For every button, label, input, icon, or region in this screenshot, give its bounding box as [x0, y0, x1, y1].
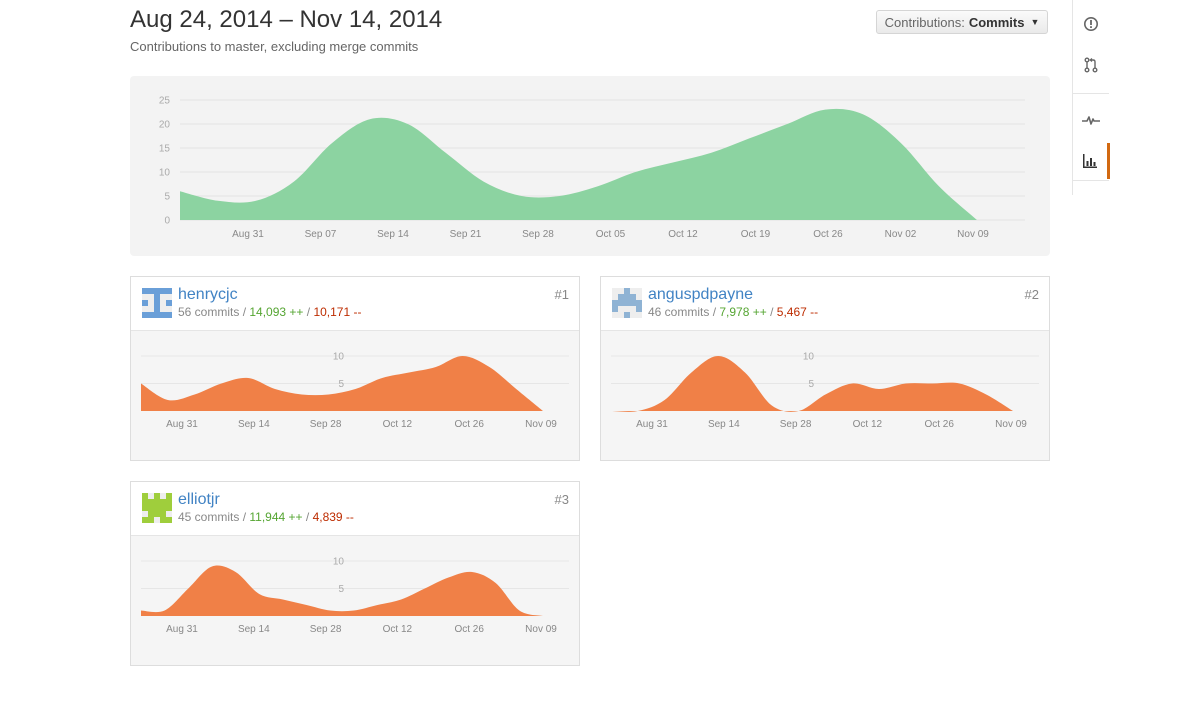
page-subtitle: Contributions to master, excluding merge… — [130, 39, 419, 54]
nav-separator — [1073, 93, 1109, 94]
graph-icon — [1083, 154, 1097, 168]
contributor-graph: 5 10 Aug 31 Sep 14 Sep 28 Oct 12 Oct 26 Nov 09 — [131, 536, 579, 665]
x-tick-label: Sep 28 — [310, 624, 342, 635]
x-tick-label: Oct 12 — [383, 624, 413, 635]
contributor-card-3: elliotjr 45 commits / 11,944 ++ / 4,839 … — [130, 481, 580, 666]
x-tick-label: Sep 28 — [310, 419, 342, 430]
y-tick-label: 15 — [159, 144, 171, 155]
y-tick-label: 25 — [159, 96, 171, 107]
y-tick-label: 20 — [159, 120, 171, 131]
contributor-graph-svg: 5 10 Aug 31 Sep 14 Sep 28 Oct 12 Oct 26 Nov 09 — [141, 557, 569, 635]
contributions-label: Contributions: — [884, 14, 965, 30]
nav-graphs[interactable] — [1073, 143, 1110, 179]
avatar[interactable] — [612, 288, 642, 318]
repo-side-nav — [1072, 0, 1110, 195]
caret-down-icon: ▼ — [1030, 17, 1040, 27]
y-tick-label: 5 — [164, 192, 170, 203]
area-series — [180, 108, 977, 220]
contributor-rank: #2 — [1024, 287, 1039, 302]
nav-separator — [1073, 180, 1109, 181]
x-tick-label: Aug 31 — [166, 624, 198, 635]
contributor-username[interactable]: anguspdpayne — [648, 286, 753, 304]
contributor-card-2: anguspdpayne 46 commits / 7,978 ++ / 5,4… — [600, 276, 1050, 461]
x-tick-label: Oct 12 — [383, 419, 413, 430]
x-tick-label: Nov 09 — [995, 419, 1027, 430]
contributions-dropdown[interactable]: Contributions: Commits ▼ — [876, 10, 1048, 34]
x-tick-label: Sep 07 — [305, 229, 337, 240]
nav-pulse[interactable] — [1073, 102, 1109, 138]
contributor-card-header: elliotjr 45 commits / 11,944 ++ / 4,839 … — [131, 482, 579, 536]
main-graph-svg: 0 5 10 15 20 25 Aug 31 Sep 07 Sep 14 Sep 21 Sep 28… — [159, 96, 1025, 240]
issue-opened-icon — [1084, 17, 1098, 31]
y-tick-label: 5 — [338, 379, 344, 390]
contributor-graph-svg: 5 10 Aug 31 Sep 14 Sep 28 Oct 12 Oct 26 Nov 09 — [141, 352, 569, 430]
contributor-stats: 45 commits / 11,944 ++ / 4,839 -- — [178, 510, 354, 524]
x-tick-label: Oct 19 — [741, 229, 771, 240]
x-tick-label: Nov 09 — [525, 419, 557, 430]
commit-count: 46 commits — [648, 305, 710, 319]
x-tick-label: Nov 09 — [957, 229, 989, 240]
main-contributions-graph: 0 5 10 15 20 25 Aug 31 Sep 07 Sep 14 Sep 21 Sep 28… — [130, 76, 1050, 256]
y-tick-label: 10 — [333, 352, 345, 363]
contributor-card-1: henrycjc 56 commits / 14,093 ++ / 10,171… — [130, 276, 580, 461]
y-tick-label: 10 — [159, 168, 171, 179]
x-tick-label: Oct 26 — [924, 419, 954, 430]
deletions-count: 10,171 -- — [313, 305, 362, 319]
date-range-title: Aug 24, 2014 – Nov 14, 2014 — [130, 6, 443, 33]
x-tick-label: Nov 09 — [525, 624, 557, 635]
additions-count: 11,944 ++ — [249, 510, 303, 524]
x-tick-label: Aug 31 — [232, 229, 264, 240]
contributor-username[interactable]: elliotjr — [178, 491, 220, 509]
contributor-graph: 5 10 Aug 31 Sep 14 Sep 28 Oct 12 Oct 26 Nov 09 — [601, 331, 1049, 460]
additions-count: 14,093 ++ — [249, 305, 304, 319]
x-tick-label: Sep 14 — [238, 624, 270, 635]
x-tick-label: Oct 26 — [454, 624, 484, 635]
y-tick-label: 0 — [164, 216, 170, 227]
avatar[interactable] — [142, 288, 172, 318]
contributor-rank: #3 — [554, 492, 569, 507]
contributor-rank: #1 — [554, 287, 569, 302]
pulse-icon — [1082, 116, 1100, 125]
x-tick-label: Aug 31 — [166, 419, 198, 430]
y-tick-label: 5 — [808, 379, 814, 390]
contributor-graph-svg: 5 10 Aug 31 Sep 14 Sep 28 Oct 12 Oct 26 Nov 09 — [611, 352, 1039, 430]
additions-count: 7,978 ++ — [719, 305, 767, 319]
contributor-card-header: anguspdpayne 46 commits / 7,978 ++ / 5,4… — [601, 277, 1049, 331]
contributor-stats: 46 commits / 7,978 ++ / 5,467 -- — [648, 305, 819, 319]
avatar[interactable] — [142, 493, 172, 523]
x-tick-label: Sep 14 — [708, 419, 740, 430]
commit-count: 45 commits — [178, 510, 240, 524]
deletions-count: 5,467 -- — [776, 305, 819, 319]
commit-count: 56 commits — [178, 305, 240, 319]
y-tick-label: 10 — [803, 352, 815, 363]
x-tick-label: Sep 14 — [377, 229, 409, 240]
nav-issues[interactable] — [1073, 6, 1109, 42]
x-tick-label: Oct 05 — [596, 229, 626, 240]
x-tick-label: Sep 21 — [450, 229, 482, 240]
x-tick-label: Aug 31 — [636, 419, 668, 430]
contributions-value: Commits — [968, 14, 1025, 30]
git-pull-request-icon — [1084, 57, 1098, 73]
contributor-card-header: henrycjc 56 commits / 14,093 ++ / 10,171… — [131, 277, 579, 331]
deletions-count: 4,839 -- — [312, 510, 354, 524]
x-tick-label: Nov 02 — [885, 229, 917, 240]
contributor-username[interactable]: henrycjc — [178, 286, 238, 304]
x-tick-label: Sep 14 — [238, 419, 270, 430]
contributor-stats: 56 commits / 14,093 ++ / 10,171 -- — [178, 305, 362, 319]
y-tick-label: 10 — [333, 557, 345, 568]
x-tick-label: Oct 12 — [668, 229, 698, 240]
y-tick-label: 5 — [338, 584, 344, 595]
x-tick-label: Oct 12 — [853, 419, 883, 430]
x-tick-label: Sep 28 — [780, 419, 812, 430]
contributor-graph: 5 10 Aug 31 Sep 14 Sep 28 Oct 12 Oct 26 Nov 09 — [131, 331, 579, 460]
x-tick-label: Sep 28 — [522, 229, 554, 240]
x-tick-label: Oct 26 — [454, 419, 484, 430]
nav-pull-requests[interactable] — [1073, 47, 1109, 83]
x-tick-label: Oct 26 — [813, 229, 843, 240]
